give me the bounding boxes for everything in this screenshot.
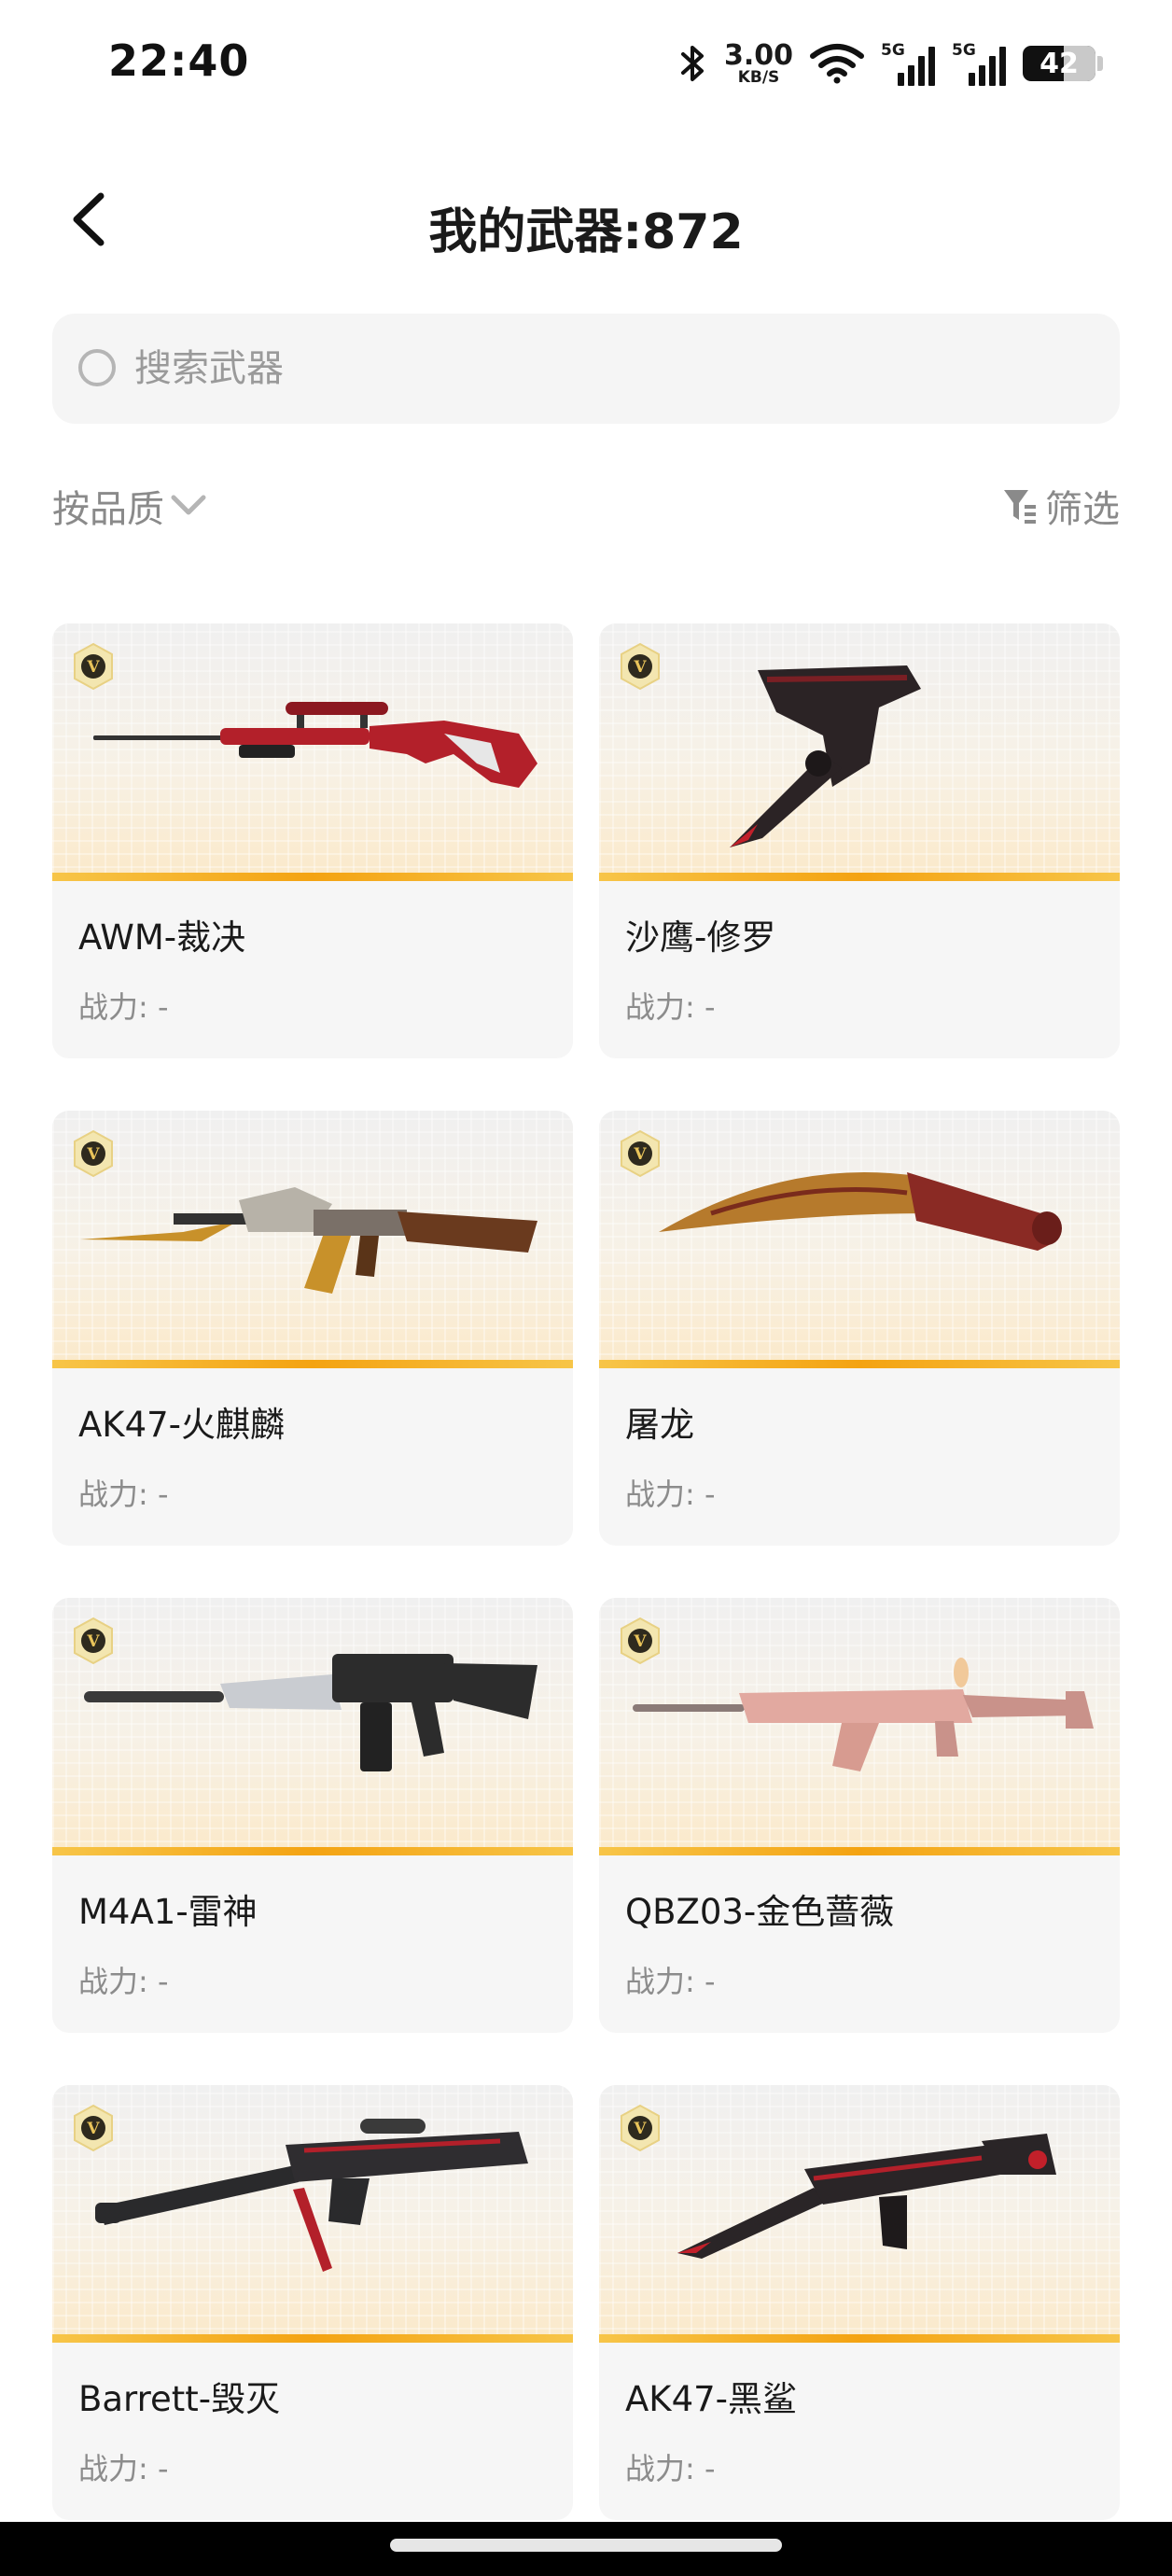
weapon-name: AWM-裁决 bbox=[78, 917, 246, 958]
net-speed: 3.00 KB/S bbox=[723, 38, 793, 87]
weapon-power: 战力: - bbox=[625, 989, 716, 1025]
weapon-card[interactable]: V AK47-黑鲨 战力: - bbox=[599, 2085, 1120, 2520]
weapon-image-area: V bbox=[52, 1598, 573, 1855]
weapon-card[interactable]: V AK47-火麒麟 战力: - bbox=[52, 1111, 573, 1546]
weapon-card[interactable]: V 屠龙 战力: - bbox=[599, 1111, 1120, 1546]
signal-icon: 5G bbox=[952, 41, 1006, 86]
sort-quality-button[interactable]: 按品质 bbox=[52, 478, 207, 534]
weapon-name: M4A1-雷神 bbox=[78, 1892, 258, 1932]
signal-icon: 5G bbox=[881, 41, 935, 86]
sniper-rifle-icon bbox=[93, 702, 537, 788]
weapon-name: 屠龙 bbox=[625, 1405, 694, 1445]
weapon-image-area: V bbox=[599, 1598, 1120, 1855]
weapon-power: 战力: - bbox=[625, 1964, 716, 1999]
sort-label: 按品质 bbox=[52, 488, 164, 531]
assault-rifle-icon bbox=[84, 1654, 537, 1771]
net-speed-value: 3.00 bbox=[723, 38, 793, 72]
battery-icon: 42 bbox=[1023, 46, 1095, 81]
weapon-image-area: V bbox=[52, 1111, 573, 1368]
weapon-power: 战力: - bbox=[78, 1964, 169, 1999]
weapon-power: 战力: - bbox=[625, 1477, 716, 1512]
status-icons: 3.00 KB/S 5G 5G 42 bbox=[679, 35, 1103, 91]
wifi-icon bbox=[810, 44, 864, 84]
weapon-image-area: V bbox=[52, 2085, 573, 2343]
weapon-card[interactable]: V AWM-裁决 战力: - bbox=[52, 623, 573, 1058]
net-speed-unit: KB/S bbox=[737, 67, 780, 87]
bluetooth-icon bbox=[680, 46, 704, 81]
assault-rifle-icon bbox=[80, 1187, 537, 1294]
weapon-card[interactable]: V QBZ03-金色蔷薇 战力: - bbox=[599, 1598, 1120, 2033]
filter-button[interactable]: 筛选 bbox=[1002, 478, 1120, 534]
search-bar[interactable] bbox=[52, 314, 1120, 424]
status-time: 22:40 bbox=[108, 35, 250, 86]
header: 我的武器:872 bbox=[0, 168, 1172, 271]
weapon-image-area: V bbox=[599, 623, 1120, 881]
weapon-power: 战力: - bbox=[625, 2451, 716, 2486]
weapon-image-area: V bbox=[599, 2085, 1120, 2343]
weapon-name: 沙鹰-修罗 bbox=[625, 917, 776, 958]
home-gesture-handle[interactable] bbox=[390, 2539, 782, 2552]
assault-rifle-icon bbox=[677, 2134, 1056, 2259]
weapon-name: AK47-火麒麟 bbox=[78, 1405, 286, 1445]
search-input[interactable] bbox=[134, 330, 1067, 407]
weapon-card[interactable]: V M4A1-雷神 战力: - bbox=[52, 1598, 573, 2033]
chevron-down-icon bbox=[171, 495, 206, 515]
weapon-power: 战力: - bbox=[78, 1477, 169, 1512]
pistol-icon bbox=[730, 665, 921, 847]
weapon-grid: V AWM-裁决 战力: - V 沙鹰-修罗 战力: - V AK47-火麒麟 … bbox=[52, 623, 1120, 2520]
search-icon bbox=[78, 349, 116, 386]
battery-level: 42 bbox=[1039, 48, 1079, 80]
weapon-name: Barrett-毁灭 bbox=[78, 2379, 281, 2419]
sniper-rifle-icon bbox=[95, 2119, 528, 2272]
filter-label: 筛选 bbox=[1045, 488, 1120, 531]
status-bar: 22:40 3.00 KB/S 5G 5G 42 bbox=[0, 0, 1172, 131]
weapon-card[interactable]: V Barrett-毁灭 战力: - bbox=[52, 2085, 573, 2520]
knife-icon bbox=[659, 1172, 1062, 1251]
page-title: 我的武器:872 bbox=[428, 204, 744, 260]
weapon-power: 战力: - bbox=[78, 2451, 169, 2486]
system-nav-bar bbox=[0, 2522, 1172, 2576]
assault-rifle-icon bbox=[633, 1658, 1094, 1771]
weapon-card[interactable]: V 沙鹰-修罗 战力: - bbox=[599, 623, 1120, 1058]
weapon-power: 战力: - bbox=[78, 989, 169, 1025]
filter-icon bbox=[1004, 490, 1036, 524]
weapon-name: QBZ03-金色蔷薇 bbox=[625, 1892, 895, 1932]
weapon-name: AK47-黑鲨 bbox=[625, 2379, 798, 2419]
weapon-image-area: V bbox=[52, 623, 573, 881]
weapon-image-area: V bbox=[599, 1111, 1120, 1368]
